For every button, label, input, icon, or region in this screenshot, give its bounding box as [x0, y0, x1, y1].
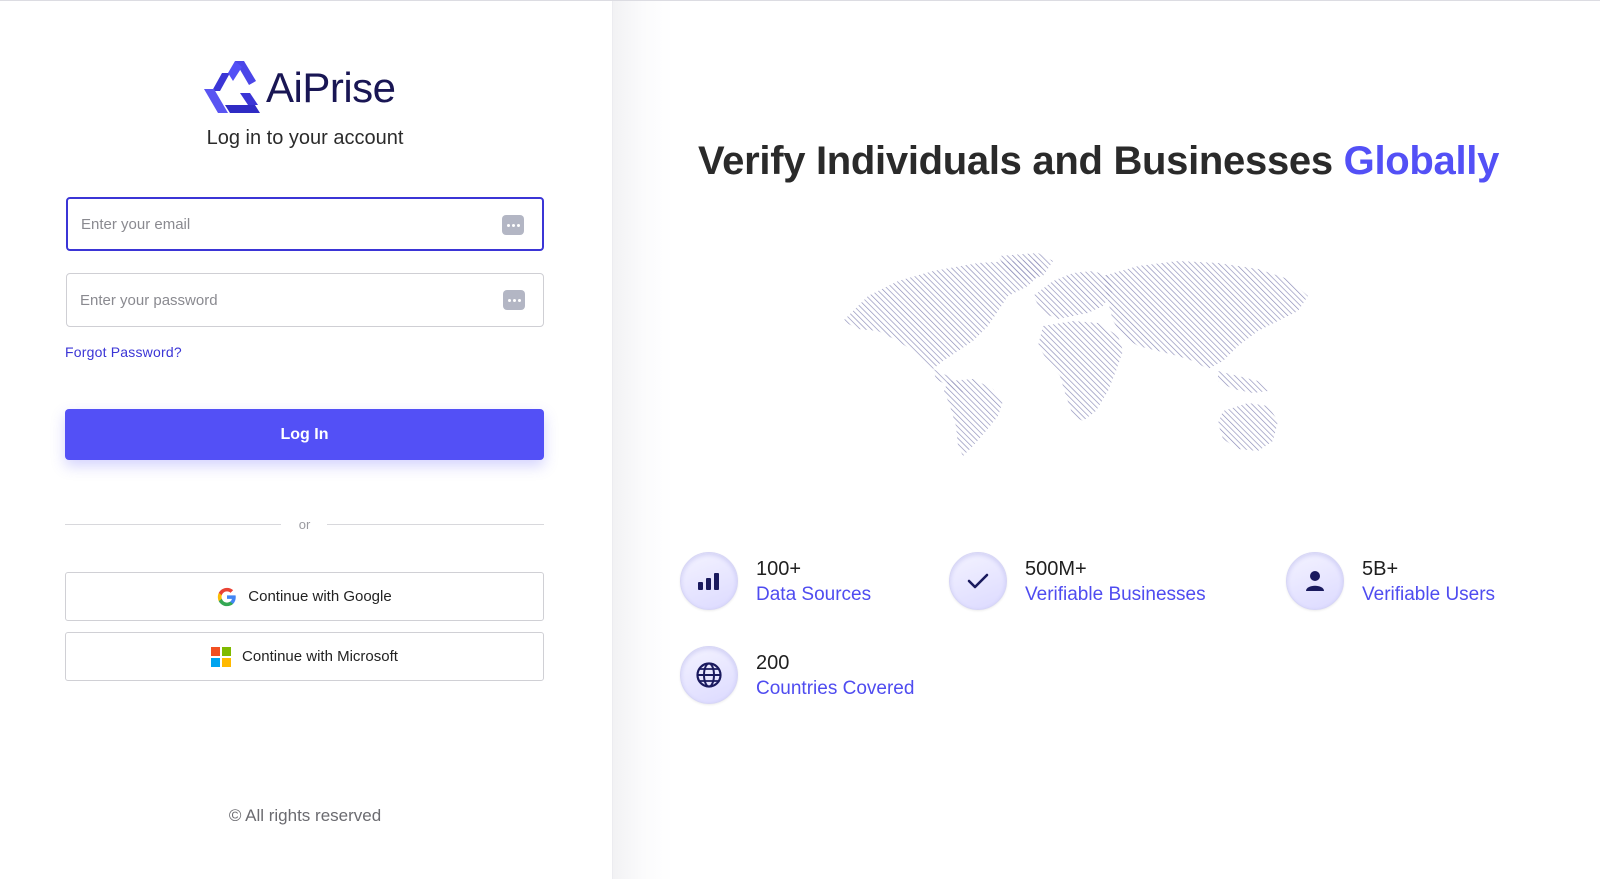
world-map-illustration — [843, 253, 1308, 456]
stat-data-sources: 100+ Data Sources — [680, 552, 871, 610]
headline-accent: Globally — [1343, 139, 1500, 183]
checkmark-icon — [949, 552, 1007, 610]
stat-label: Verifiable Users — [1362, 584, 1496, 605]
login-button[interactable]: Log In — [65, 409, 544, 460]
stat-countries-covered: 200 Countries Covered — [680, 646, 914, 704]
password-manager-icon[interactable] — [502, 215, 524, 235]
divider-line — [327, 524, 544, 525]
bar-chart-icon — [680, 552, 738, 610]
forgot-password-link[interactable]: Forgot Password? — [65, 344, 182, 360]
brand-logo: AiPrise — [202, 59, 396, 117]
password-input[interactable] — [67, 274, 487, 326]
microsoft-icon — [211, 646, 232, 667]
stat-value: 200 — [756, 652, 790, 674]
email-field[interactable] — [66, 197, 544, 251]
login-panel: AiPrise Log in to your account Forgot Pa… — [0, 1, 613, 879]
microsoft-signin-button[interactable]: Continue with Microsoft — [65, 632, 544, 681]
hero-headline: Verify Individuals and Businesses Global… — [698, 139, 1499, 184]
brand-name: AiPrise — [266, 64, 396, 111]
stat-verifiable-users: 5B+ Verifiable Users — [1286, 552, 1495, 610]
marketing-panel: Verify Individuals and Businesses Global… — [613, 1, 1600, 879]
stat-label: Verifiable Businesses — [1025, 584, 1206, 605]
password-field[interactable] — [66, 273, 544, 327]
or-divider: or — [65, 515, 544, 535]
stat-value: 500M+ — [1025, 558, 1087, 580]
password-manager-icon[interactable] — [503, 290, 525, 310]
google-icon — [217, 587, 237, 607]
stat-value: 5B+ — [1362, 558, 1399, 580]
stat-value: 100+ — [756, 558, 802, 580]
stat-label: Data Sources — [756, 584, 872, 605]
headline-text: Verify Individuals and Businesses — [698, 139, 1333, 183]
footer-copyright: © All rights reserved — [228, 806, 382, 825]
google-signin-label: Continue with Google — [248, 588, 392, 605]
login-subtitle: Log in to your account — [206, 127, 404, 149]
email-input[interactable] — [68, 199, 488, 249]
microsoft-signin-label: Continue with Microsoft — [242, 648, 398, 665]
stat-label: Countries Covered — [756, 678, 915, 699]
user-icon — [1286, 552, 1344, 610]
globe-icon — [680, 646, 738, 704]
stat-verifiable-businesses: 500M+ Verifiable Businesses — [949, 552, 1206, 610]
google-signin-button[interactable]: Continue with Google — [65, 572, 544, 621]
aiprise-logo-icon — [204, 61, 260, 113]
